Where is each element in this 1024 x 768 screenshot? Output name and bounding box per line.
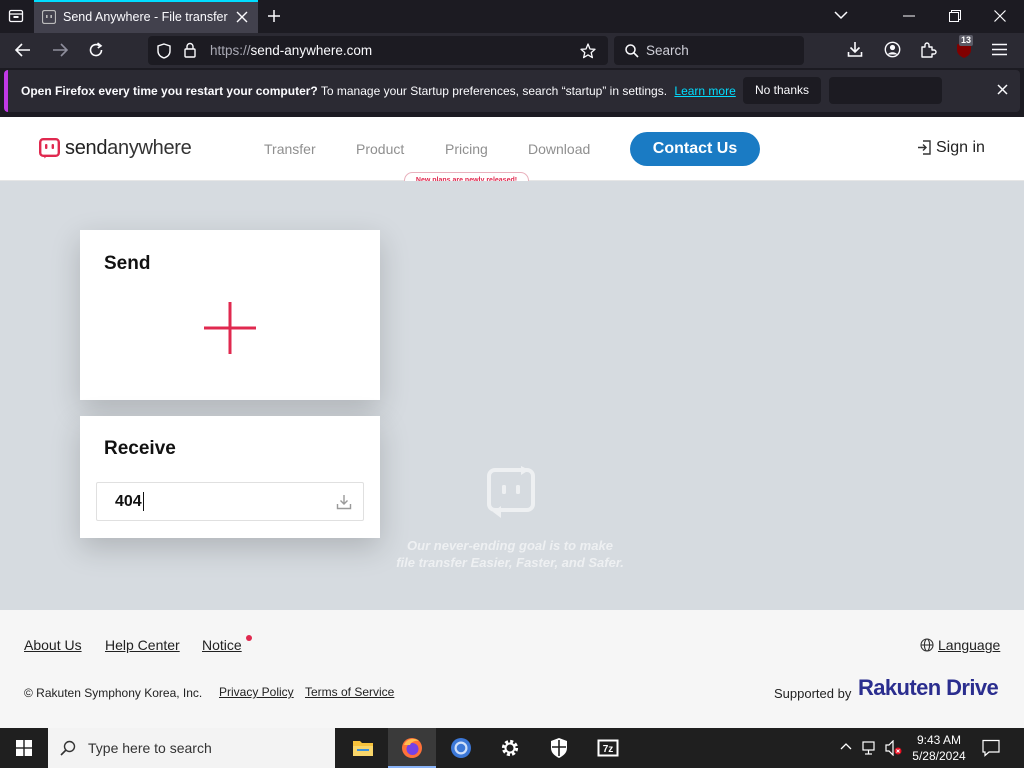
add-file-plus-icon[interactable] bbox=[204, 302, 256, 354]
taskbar-firefox[interactable] bbox=[388, 728, 436, 768]
send-card[interactable]: Send bbox=[80, 230, 380, 400]
nav-transfer[interactable]: Transfer bbox=[264, 141, 316, 157]
reload-icon[interactable] bbox=[88, 42, 104, 58]
send-title: Send bbox=[104, 253, 151, 274]
defender-icon bbox=[550, 738, 568, 758]
footer-help-center-link[interactable]: Help Center bbox=[105, 637, 180, 653]
url-text[interactable]: https://send-anywhere.com bbox=[210, 43, 372, 58]
account-icon[interactable] bbox=[884, 41, 901, 58]
hamburger-menu-icon[interactable] bbox=[992, 43, 1007, 56]
language-selector[interactable]: Language bbox=[938, 637, 1000, 653]
notice-dot-badge bbox=[246, 635, 252, 641]
site-favicon-icon bbox=[42, 10, 56, 24]
footer-about-us-link[interactable]: About Us bbox=[24, 637, 82, 653]
tab-bar: Send Anywhere - File transfer bbox=[0, 0, 1024, 33]
firefox-icon bbox=[401, 737, 423, 759]
no-thanks-button[interactable]: No thanks bbox=[743, 77, 821, 104]
copyright: © Rakuten Symphony Korea, Inc. bbox=[24, 686, 203, 700]
bookmark-star-icon[interactable] bbox=[580, 43, 596, 59]
receive-card: Receive 404 bbox=[80, 416, 380, 538]
send-anywhere-logo-icon bbox=[39, 138, 60, 159]
footer-notice-link[interactable]: Notice bbox=[202, 637, 242, 653]
receive-title: Receive bbox=[104, 438, 176, 459]
search-icon bbox=[625, 44, 639, 58]
search-bar[interactable]: Search bbox=[614, 36, 804, 65]
receive-key-input[interactable]: 404 bbox=[96, 482, 364, 521]
minimize-icon[interactable] bbox=[903, 15, 915, 17]
nav-product[interactable]: Product bbox=[356, 141, 404, 157]
back-arrow-icon[interactable] bbox=[15, 43, 31, 57]
taskbar-settings[interactable] bbox=[486, 728, 534, 768]
tab-title: Send Anywhere - File transfer bbox=[63, 10, 228, 24]
contact-us-button[interactable]: Contact Us bbox=[630, 132, 760, 166]
navigation-toolbar: https://send-anywhere.com Search 13 bbox=[0, 33, 1024, 68]
globe-icon bbox=[920, 638, 934, 652]
close-notification-icon[interactable] bbox=[997, 84, 1008, 95]
taskbar-clock[interactable]: 9:43 AM 5/28/2024 bbox=[905, 732, 973, 764]
show-hidden-icons-chevron-icon[interactable] bbox=[840, 742, 852, 750]
firefox-view-icon[interactable] bbox=[8, 8, 24, 24]
windows-start-icon[interactable] bbox=[16, 740, 32, 756]
sign-in-icon bbox=[917, 139, 932, 156]
send-anywhere-watermark-icon bbox=[487, 466, 537, 520]
taskbar-search-box[interactable]: Type here to search bbox=[48, 728, 335, 768]
terms-of-service-link[interactable]: Terms of Service bbox=[305, 685, 394, 699]
taskbar-7zip[interactable]: 7z bbox=[584, 728, 632, 768]
web-page: sendanywhere Transfer Product Pricing Do… bbox=[0, 117, 1024, 728]
search-placeholder: Search bbox=[646, 43, 689, 58]
network-icon[interactable] bbox=[862, 740, 878, 756]
taskbar-defender[interactable] bbox=[535, 728, 583, 768]
receive-download-icon[interactable] bbox=[336, 494, 352, 510]
tagline-line1: Our never-ending goal is to make bbox=[407, 538, 613, 553]
settings-icon bbox=[500, 738, 520, 758]
list-all-tabs-chevron-icon[interactable] bbox=[834, 10, 848, 20]
privacy-policy-link[interactable]: Privacy Policy bbox=[219, 685, 294, 699]
lock-icon[interactable] bbox=[184, 42, 196, 58]
shield-icon[interactable] bbox=[157, 43, 171, 59]
footer: About Us Help Center Notice Language © R… bbox=[0, 610, 1024, 728]
nav-download[interactable]: Download bbox=[528, 141, 590, 157]
forward-arrow-icon[interactable] bbox=[52, 43, 68, 57]
rakuten-drive-logo[interactable]: Rakuten Drive bbox=[858, 675, 999, 701]
tab-send-anywhere[interactable]: Send Anywhere - File transfer bbox=[34, 0, 258, 33]
clock-date: 5/28/2024 bbox=[912, 749, 966, 763]
notifications-icon[interactable] bbox=[982, 739, 1000, 757]
receive-key-value: 404 bbox=[115, 493, 142, 510]
extension-badge-count: 13 bbox=[959, 35, 974, 46]
learn-more-link[interactable]: Learn more bbox=[674, 84, 735, 98]
file-explorer-icon bbox=[352, 738, 374, 758]
tagline: Our never-ending goal is to make file tr… bbox=[360, 537, 660, 571]
notification-body-text: To manage your Startup preferences, sear… bbox=[320, 84, 668, 98]
notification-action-button[interactable] bbox=[829, 77, 942, 104]
7zip-icon: 7z bbox=[597, 739, 619, 757]
clock-time: 9:43 AM bbox=[916, 733, 962, 747]
taskbar-search-icon bbox=[60, 740, 76, 756]
url-bar[interactable]: https://send-anywhere.com bbox=[148, 36, 608, 65]
notification-bold-text: Open Firefox every time you restart your… bbox=[21, 84, 318, 98]
new-tab-icon[interactable] bbox=[267, 9, 281, 23]
supported-by-label: Supported by bbox=[774, 686, 852, 701]
nav-pricing[interactable]: Pricing bbox=[445, 141, 488, 157]
text-cursor bbox=[143, 492, 144, 511]
svg-text:7z: 7z bbox=[603, 744, 614, 755]
taskbar-file-explorer[interactable] bbox=[339, 728, 387, 768]
taskbar-chrome[interactable] bbox=[437, 728, 485, 768]
sign-in-link[interactable]: Sign in bbox=[936, 139, 985, 157]
close-tab-icon[interactable] bbox=[236, 11, 248, 23]
logo-text: sendanywhere bbox=[65, 137, 192, 159]
taskbar-search-placeholder: Type here to search bbox=[88, 740, 212, 756]
extensions-puzzle-icon[interactable] bbox=[920, 41, 937, 58]
tagline-line2: file transfer Easier, Faster, and Safer. bbox=[396, 555, 624, 570]
windows-taskbar: Type here to search 7z 9:43 AM 5/28/2024 bbox=[0, 728, 1024, 768]
startup-notification-bar: Open Firefox every time you restart your… bbox=[4, 70, 1020, 112]
notification-message: Open Firefox every time you restart your… bbox=[21, 84, 736, 98]
restore-icon[interactable] bbox=[949, 10, 961, 22]
close-window-icon[interactable] bbox=[994, 10, 1006, 22]
downloads-icon[interactable] bbox=[847, 41, 863, 58]
chrome-icon bbox=[450, 737, 472, 759]
volume-muted-icon[interactable] bbox=[885, 740, 903, 756]
hero-section: Send Receive 404 Our never-ending goal i… bbox=[0, 181, 1024, 610]
